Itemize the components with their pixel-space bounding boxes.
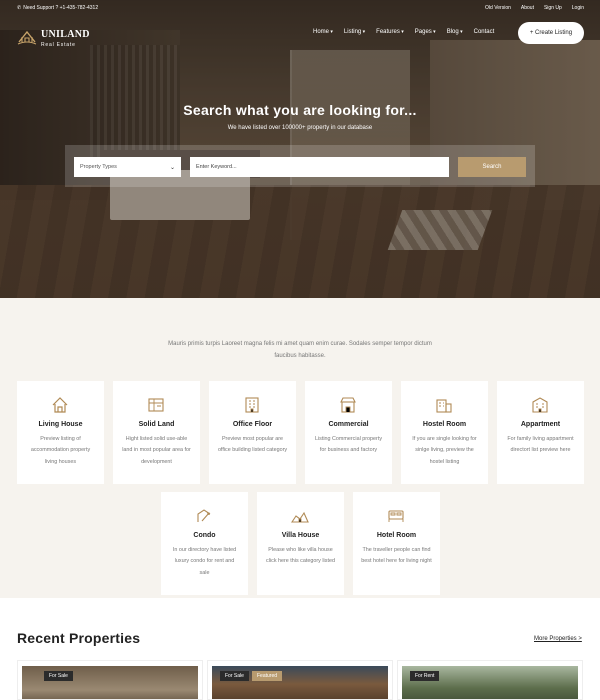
categories-intro: Mauris primis turpis Laoreet magna felis… xyxy=(168,341,432,359)
category-title: Living House xyxy=(38,421,83,428)
category-title: Hotel Room xyxy=(376,532,417,539)
brand-name: UNILAND xyxy=(41,29,90,40)
property-card[interactable]: For Sale Featured xyxy=(207,660,393,700)
badge-for-sale: For Sale xyxy=(220,671,249,681)
category-card-solid-land[interactable]: Solid Land Hight listed solid use-able la… xyxy=(113,381,200,484)
link-about[interactable]: About xyxy=(521,5,534,11)
category-card-commercial[interactable]: Commercial Listing Commercial property fo… xyxy=(305,381,392,484)
category-title: Condo xyxy=(193,532,216,539)
apartment-icon xyxy=(532,397,548,413)
support-contact[interactable]: ✆ Need Support ? +1-435-782-4312 xyxy=(17,5,98,11)
badge-for-rent: For Rent xyxy=(410,671,440,681)
categories-section: Mauris primis turpis Laoreet magna felis… xyxy=(0,298,600,598)
more-properties-link[interactable]: More Properties > xyxy=(534,636,582,642)
category-title: Commercial xyxy=(328,421,369,428)
phone-icon: ✆ xyxy=(17,5,22,11)
property-type-value: Property Types xyxy=(80,164,117,170)
category-card-office-floor[interactable]: Office Floor Preview most popular are off… xyxy=(209,381,296,484)
category-description: If you are single looking for sinlge liv… xyxy=(412,436,477,465)
property-type-select[interactable]: Property Types ⌄ xyxy=(74,157,181,177)
category-description: In our directory have listed luxury cond… xyxy=(172,547,237,576)
create-listing-button[interactable]: + Create Listing xyxy=(518,22,584,44)
top-links: Old Version About Sign Up Login xyxy=(485,5,584,11)
category-title: Solid Land xyxy=(138,421,175,428)
category-description: For family living appartment directort l… xyxy=(507,436,574,454)
category-description: Preview most popular are office building… xyxy=(217,436,288,454)
link-sign-up[interactable]: Sign Up xyxy=(544,5,562,11)
menu-contact[interactable]: Contact xyxy=(474,29,495,35)
menu-listing[interactable]: Listing xyxy=(344,29,365,35)
recent-properties-title: Recent Properties xyxy=(17,630,141,646)
category-description: The traveller people can find best hotel… xyxy=(361,547,432,565)
menu-features[interactable]: Features xyxy=(376,29,404,35)
property-card[interactable]: For Rent xyxy=(397,660,583,700)
hero-title: Search what you are looking for... xyxy=(183,102,417,118)
category-description: Hight listed solid use-able land in most… xyxy=(122,436,191,465)
villa-icon xyxy=(290,511,309,523)
menu-pages[interactable]: Pages xyxy=(415,29,436,35)
category-card-appartment[interactable]: Appartment For family living appartment d… xyxy=(497,381,584,484)
brand-tagline: Real Estate xyxy=(41,42,76,48)
category-card-villa-house[interactable]: Villa House Please who like villa house c… xyxy=(257,492,344,595)
category-title: Office Floor xyxy=(232,421,273,428)
link-old-version[interactable]: Old Version xyxy=(485,5,511,11)
office-building-icon xyxy=(245,397,259,413)
category-title: Hostel Room xyxy=(422,421,467,428)
category-card-condo[interactable]: Condo In our directory have listed luxury… xyxy=(161,492,248,595)
brand-logo[interactable]: UNILAND Real Estate xyxy=(17,24,90,49)
category-card-hostel-room[interactable]: Hostel Room If you are single looking for… xyxy=(401,381,488,484)
link-login[interactable]: Login xyxy=(572,5,584,11)
house-icon xyxy=(52,397,68,413)
category-description: Preview listing of accommodation propert… xyxy=(30,436,91,465)
storefront-icon xyxy=(340,397,356,413)
bed-icon xyxy=(388,510,404,522)
chevron-down-icon: ⌄ xyxy=(169,164,175,171)
category-description: Please who like villa house click here t… xyxy=(266,547,335,565)
menu-blog[interactable]: Blog xyxy=(447,29,463,35)
primary-menu: Home Listing Features Pages Blog Contact xyxy=(313,29,494,35)
main-nav: UNILAND Real Estate Home Listing Feature… xyxy=(0,20,600,48)
category-title: Villa House xyxy=(281,532,320,539)
keyword-input[interactable] xyxy=(190,157,449,177)
land-map-icon xyxy=(148,398,164,412)
logo-icon xyxy=(17,30,37,44)
badge-featured: Featured xyxy=(252,671,283,681)
badge-for-sale: For Sale xyxy=(44,671,73,681)
search-button[interactable]: Search xyxy=(458,157,526,177)
condo-icon xyxy=(197,509,211,522)
hostel-icon xyxy=(436,399,452,413)
support-text: Need Support ? +1-435-782-4312 xyxy=(23,5,99,11)
top-bar: ✆ Need Support ? +1-435-782-4312 Old Ver… xyxy=(0,0,600,16)
category-title: Appartment xyxy=(520,421,561,428)
menu-home[interactable]: Home xyxy=(313,29,333,35)
hero-subtitle: We have listed over 100000+ property in … xyxy=(227,125,373,131)
category-card-living-house[interactable]: Living House Preview listing of accommoda… xyxy=(17,381,104,484)
category-card-hotel-room[interactable]: Hotel Room The traveller people can find … xyxy=(353,492,440,595)
category-description: Listing Commercial property for business… xyxy=(314,436,383,454)
property-card[interactable]: For Sale xyxy=(17,660,203,700)
